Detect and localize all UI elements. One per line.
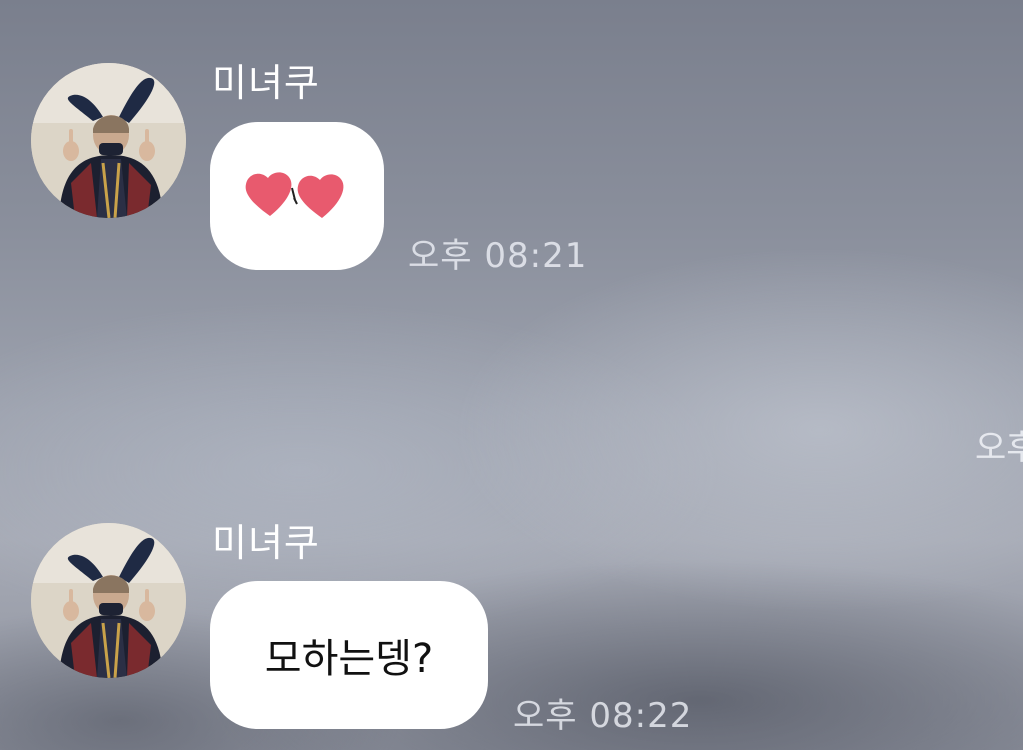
avatar[interactable] [31,523,186,678]
sender-name: 미녀쿠 [212,521,320,565]
avatar-photo [31,523,186,678]
chat-view: 미녀쿠 오후 08:21 오후 미녀쿠 모하는뎅? 오후 08:22 [0,0,1023,750]
message-bubble[interactable]: 모하는뎅? [210,581,488,729]
message-row: 미녀쿠 모하는뎅? 오후 08:22 [0,0,1023,750]
message-text: 모하는뎅? [264,636,434,682]
timestamp: 오후 08:22 [513,696,693,736]
